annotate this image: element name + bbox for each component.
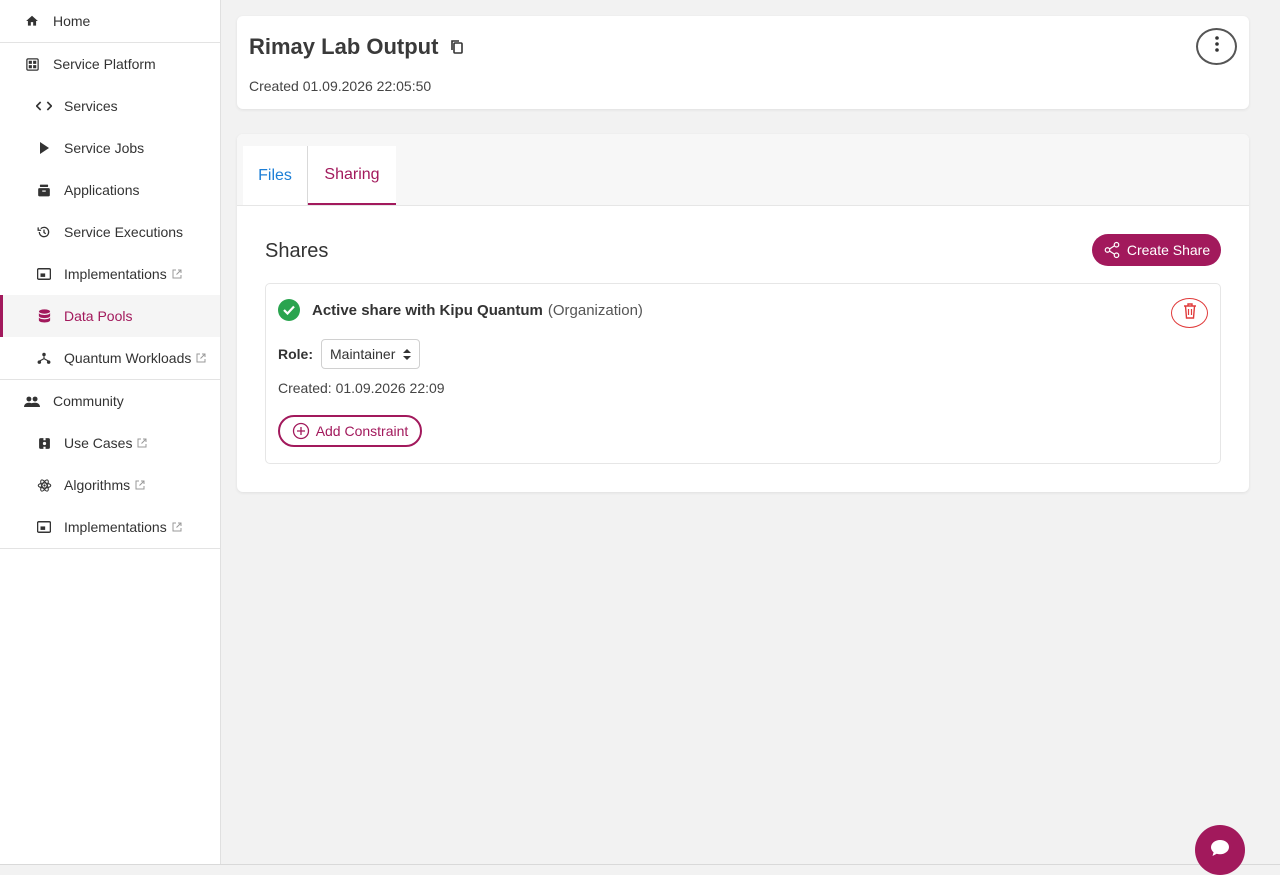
- use-cases-icon: [36, 435, 52, 451]
- share-type: (Organization): [547, 301, 643, 319]
- chat-icon: [1210, 839, 1230, 862]
- database-icon: [36, 308, 52, 324]
- tab-strip: Files Sharing: [237, 134, 1249, 206]
- play-icon: [36, 140, 52, 156]
- sidebar-item-service-platform[interactable]: Service Platform: [0, 43, 220, 85]
- bottom-divider: [0, 864, 1280, 865]
- delete-share-button[interactable]: [1171, 298, 1208, 328]
- sidebar-item-applications[interactable]: Applications: [0, 169, 220, 211]
- role-select[interactable]: Maintainer: [321, 339, 421, 369]
- page-title-text: Rimay Lab Output: [249, 34, 439, 59]
- data-pool-header: Rimay Lab Output Created 01.09.2026 22:0…: [237, 16, 1249, 109]
- history-icon: [36, 224, 52, 240]
- create-share-button[interactable]: Create Share: [1092, 234, 1221, 266]
- home-icon: [24, 13, 40, 29]
- sidebar-item-implementations[interactable]: Implementations: [0, 253, 220, 295]
- sidebar-item-label: Applications: [64, 182, 140, 198]
- shares-heading: Shares: [265, 240, 329, 262]
- sidebar-item-label: Service Platform: [53, 56, 156, 72]
- sidebar-item-label: Home: [53, 13, 91, 29]
- implementation-icon: [36, 519, 52, 535]
- create-share-label: Create Share: [1126, 242, 1211, 258]
- add-constraint-button[interactable]: Add Constraint: [278, 415, 422, 447]
- divider: [0, 548, 220, 549]
- sidebar-item-label: Services: [64, 98, 118, 114]
- code-icon: [36, 98, 52, 114]
- share-name: Active share with Kipu Quantum: [312, 301, 543, 319]
- sidebar-item-label: Data Pools: [64, 308, 133, 324]
- role-row: Role: Maintainer: [278, 339, 421, 369]
- sidebar-item-community-implementations[interactable]: Implementations: [0, 506, 220, 548]
- sidebar: Home Service Platform Services Service J…: [0, 0, 221, 865]
- role-label: Role:: [278, 346, 313, 362]
- sidebar-item-services[interactable]: Services: [0, 85, 220, 127]
- sort-arrows-icon: [403, 348, 412, 360]
- sidebar-item-data-pools[interactable]: Data Pools: [0, 295, 220, 337]
- external-link-icon: [137, 438, 147, 448]
- external-link-icon: [172, 522, 182, 532]
- sidebar-item-algorithms[interactable]: Algorithms: [0, 464, 220, 506]
- sidebar-item-label: Community: [53, 393, 124, 409]
- more-options-button[interactable]: [1196, 28, 1237, 65]
- page-title: Rimay Lab Output: [249, 34, 464, 60]
- plus-circle-icon: [292, 422, 310, 440]
- created-timestamp: Created 01.09.2026 22:05:50: [249, 78, 432, 94]
- implementation-icon: [36, 266, 52, 282]
- external-link-icon: [172, 269, 182, 279]
- share-header: Active share with Kipu Quantum (Organiza…: [278, 299, 643, 321]
- sidebar-item-quantum-workloads[interactable]: Quantum Workloads: [0, 337, 220, 379]
- share-icon: [1103, 241, 1121, 259]
- sidebar-item-label: Implementations: [64, 266, 167, 282]
- role-select-value: Maintainer: [330, 346, 396, 362]
- trash-icon: [1183, 302, 1197, 324]
- share-created-timestamp: Created: 01.09.2026 22:09: [278, 380, 445, 396]
- sidebar-item-label: Implementations: [64, 519, 167, 535]
- people-icon: [24, 393, 40, 409]
- sidebar-item-label: Service Jobs: [64, 140, 145, 156]
- copy-icon[interactable]: [450, 39, 464, 55]
- dashboard-icon: [24, 56, 40, 72]
- sidebar-item-service-jobs[interactable]: Service Jobs: [0, 127, 220, 169]
- sidebar-item-label: Quantum Workloads: [64, 350, 192, 366]
- atom-icon: [36, 477, 52, 493]
- sidebar-item-label: Use Cases: [64, 435, 133, 451]
- add-constraint-label: Add Constraint: [315, 423, 409, 439]
- sidebar-item-label: Service Executions: [64, 224, 184, 240]
- data-pool-tabs-panel: Files Sharing Shares Create Share Active…: [237, 134, 1249, 492]
- workload-icon: [36, 350, 52, 366]
- sidebar-item-service-executions[interactable]: Service Executions: [0, 211, 220, 253]
- external-link-icon: [135, 480, 145, 490]
- tab-sharing[interactable]: Sharing: [308, 146, 396, 205]
- applications-icon: [36, 182, 52, 198]
- sidebar-item-home[interactable]: Home: [0, 0, 220, 42]
- sidebar-item-community[interactable]: Community: [0, 380, 220, 422]
- more-vertical-icon: [1214, 36, 1219, 57]
- external-link-icon: [196, 353, 206, 363]
- check-circle-icon: [278, 299, 300, 321]
- tab-files[interactable]: Files: [243, 146, 308, 205]
- sidebar-item-use-cases[interactable]: Use Cases: [0, 422, 220, 464]
- chat-button[interactable]: [1195, 825, 1245, 875]
- share-item: Active share with Kipu Quantum (Organiza…: [265, 283, 1221, 464]
- sidebar-item-label: Algorithms: [64, 477, 131, 493]
